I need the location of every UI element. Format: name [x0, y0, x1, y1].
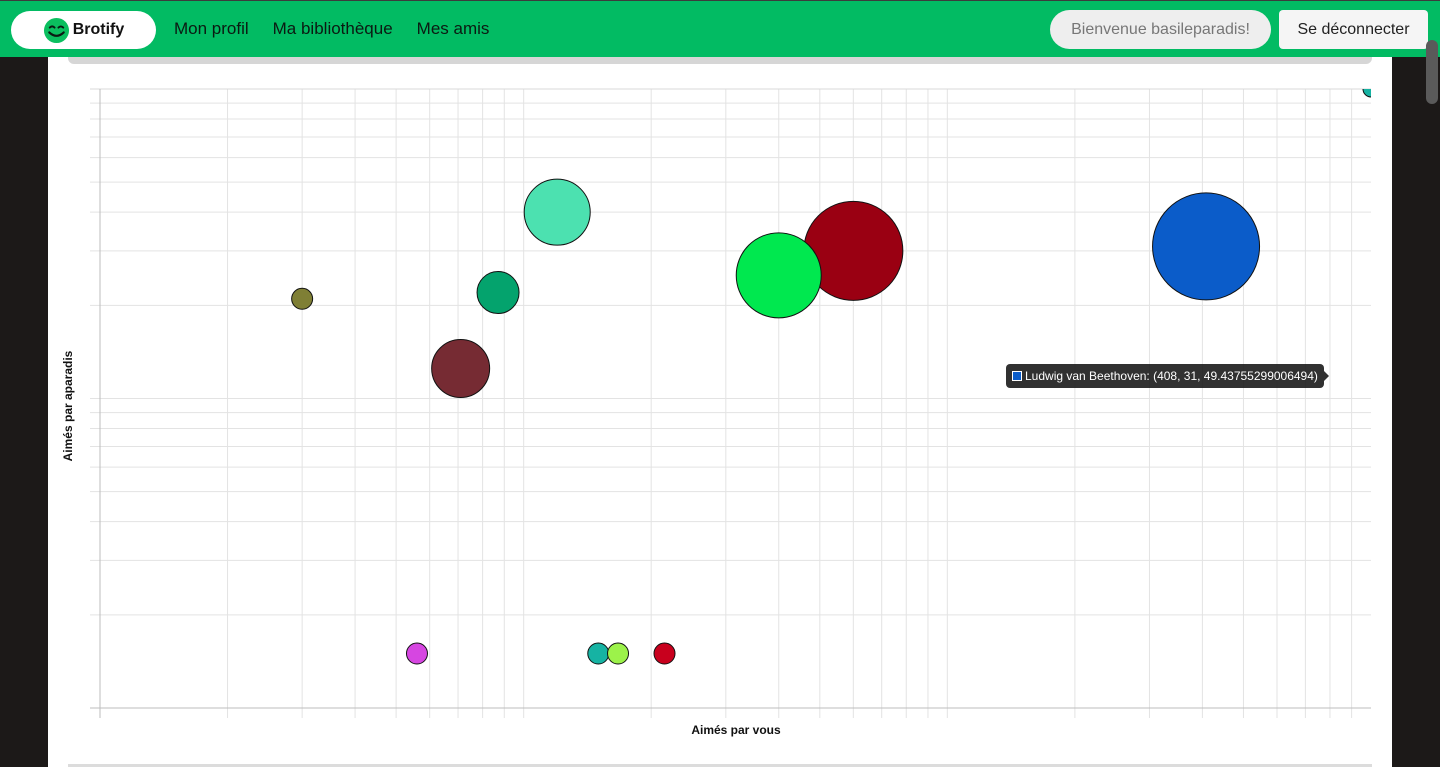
y-axis-label: Aimés par aparadis [61, 350, 75, 462]
tooltip-caret [1323, 371, 1329, 381]
bubble-point [587, 642, 610, 665]
bubble-point [735, 232, 822, 319]
tooltip-text: Ludwig van Beethoven: (408, 31, 49.43755… [1025, 369, 1318, 383]
tooltip-color-swatch [1012, 371, 1022, 381]
chart-grid [90, 89, 1371, 718]
bubble-point [405, 642, 428, 665]
bubble-point [607, 642, 630, 665]
chart-tooltip: Ludwig van Beethoven: (408, 31, 49.43755… [1006, 364, 1329, 388]
smiley-icon [43, 17, 69, 43]
nav-link-mes-amis[interactable]: Mes amis [417, 19, 490, 39]
chart-axes [90, 88, 1371, 718]
bubble-point [523, 178, 591, 246]
bubble-chart[interactable] [48, 57, 1392, 767]
navbar: Brotify Mon profil Ma bibliothèque Mes a… [0, 0, 1440, 57]
nav-link-ma-bibliotheque[interactable]: Ma bibliothèque [273, 19, 393, 39]
welcome-badge: Bienvenue basileparadis! [1050, 10, 1271, 49]
bubble-point [1362, 89, 1371, 98]
bubble-point [476, 271, 520, 315]
bubble-point [1152, 192, 1261, 301]
x-axis-label: Aimés par vous [691, 723, 781, 737]
scrollbar-thumb[interactable] [1426, 40, 1438, 104]
brand-logo-button[interactable]: Brotify [11, 11, 156, 49]
nav-link-mon-profil[interactable]: Mon profil [174, 19, 249, 39]
bubble-point [431, 339, 491, 399]
nav-links: Mon profil Ma bibliothèque Mes amis [174, 19, 489, 39]
brand-name: Brotify [72, 21, 125, 38]
content-card: Aimés par aparadis Aimés par vous Ludwig… [48, 57, 1392, 767]
bubble-point [291, 287, 314, 310]
bubble-point [653, 642, 676, 665]
logout-button[interactable]: Se déconnecter [1279, 10, 1428, 49]
